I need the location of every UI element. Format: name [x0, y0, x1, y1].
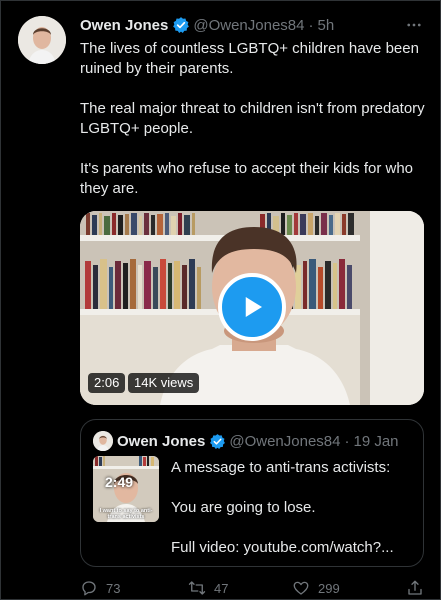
quoted-video-caption: I want to say to anti-trans activists: [99, 508, 153, 520]
quoted-avatar[interactable]: [93, 431, 113, 451]
tweet-text: The lives of countless LGBTQ+ children h…: [80, 39, 425, 219]
play-icon: [245, 297, 262, 317]
quoted-tweet[interactable]: Owen Jones @OwenJones84 · 19 Jan 2:49 I …: [80, 419, 424, 567]
tweet-paragraph: The real major threat to children isn't …: [80, 100, 425, 137]
tweet-header: Owen Jones @OwenJones84 · 5h: [80, 15, 420, 35]
more-icon[interactable]: [402, 13, 426, 37]
retweet-button[interactable]: 47: [188, 579, 228, 597]
separator-dot: ·: [344, 432, 350, 450]
quoted-author-name[interactable]: Owen Jones: [117, 433, 205, 450]
avatar[interactable]: [18, 16, 66, 64]
verified-badge-icon: [173, 17, 190, 33]
like-count: 299: [318, 580, 340, 596]
quoted-paragraph: A message to anti-trans activists:: [171, 459, 391, 476]
verified-badge-icon: [210, 433, 226, 449]
retweet-count: 47: [214, 580, 229, 596]
video-duration: 2:06: [88, 373, 126, 393]
reply-icon: [82, 581, 96, 596]
tweet-time[interactable]: 5h: [317, 17, 334, 34]
retweet-icon: [188, 581, 206, 595]
author-handle[interactable]: @OwenJones84: [193, 17, 304, 34]
reply-button[interactable]: 73: [80, 579, 120, 597]
quoted-header: Owen Jones @OwenJones84 · 19 Jan: [117, 431, 415, 451]
reply-count: 73: [106, 580, 121, 596]
like-button[interactable]: 299: [292, 579, 340, 597]
share-button[interactable]: [406, 579, 424, 597]
quoted-date[interactable]: 19 Jan: [353, 433, 398, 450]
video-player[interactable]: 2:06 14K views: [80, 211, 424, 405]
quoted-video-duration: 2:49: [105, 474, 134, 490]
quoted-video-thumbnail[interactable]: 2:49 I want to say to anti-trans activis…: [93, 456, 159, 522]
play-button[interactable]: [218, 273, 286, 341]
tweet-actions: 73 47 299: [80, 579, 430, 599]
separator-dot: ·: [308, 16, 314, 34]
author-name[interactable]: Owen Jones: [80, 17, 168, 34]
quoted-author-handle[interactable]: @OwenJones84: [229, 433, 340, 450]
quoted-link[interactable]: Full video: youtube.com/watch?...: [171, 538, 416, 558]
tweet-container[interactable]: Owen Jones @OwenJones84 · 5h The lives o…: [0, 0, 441, 600]
tweet-paragraph: The lives of countless LGBTQ+ children h…: [80, 40, 419, 77]
video-views: 14K views: [128, 373, 200, 393]
tweet-paragraph: It's parents who refuse to accept their …: [80, 160, 414, 197]
quoted-text: A message to anti-trans activists: You a…: [171, 458, 416, 578]
quoted-paragraph: You are going to lose.: [171, 499, 316, 516]
like-icon: [293, 581, 309, 595]
share-icon: [408, 580, 422, 595]
